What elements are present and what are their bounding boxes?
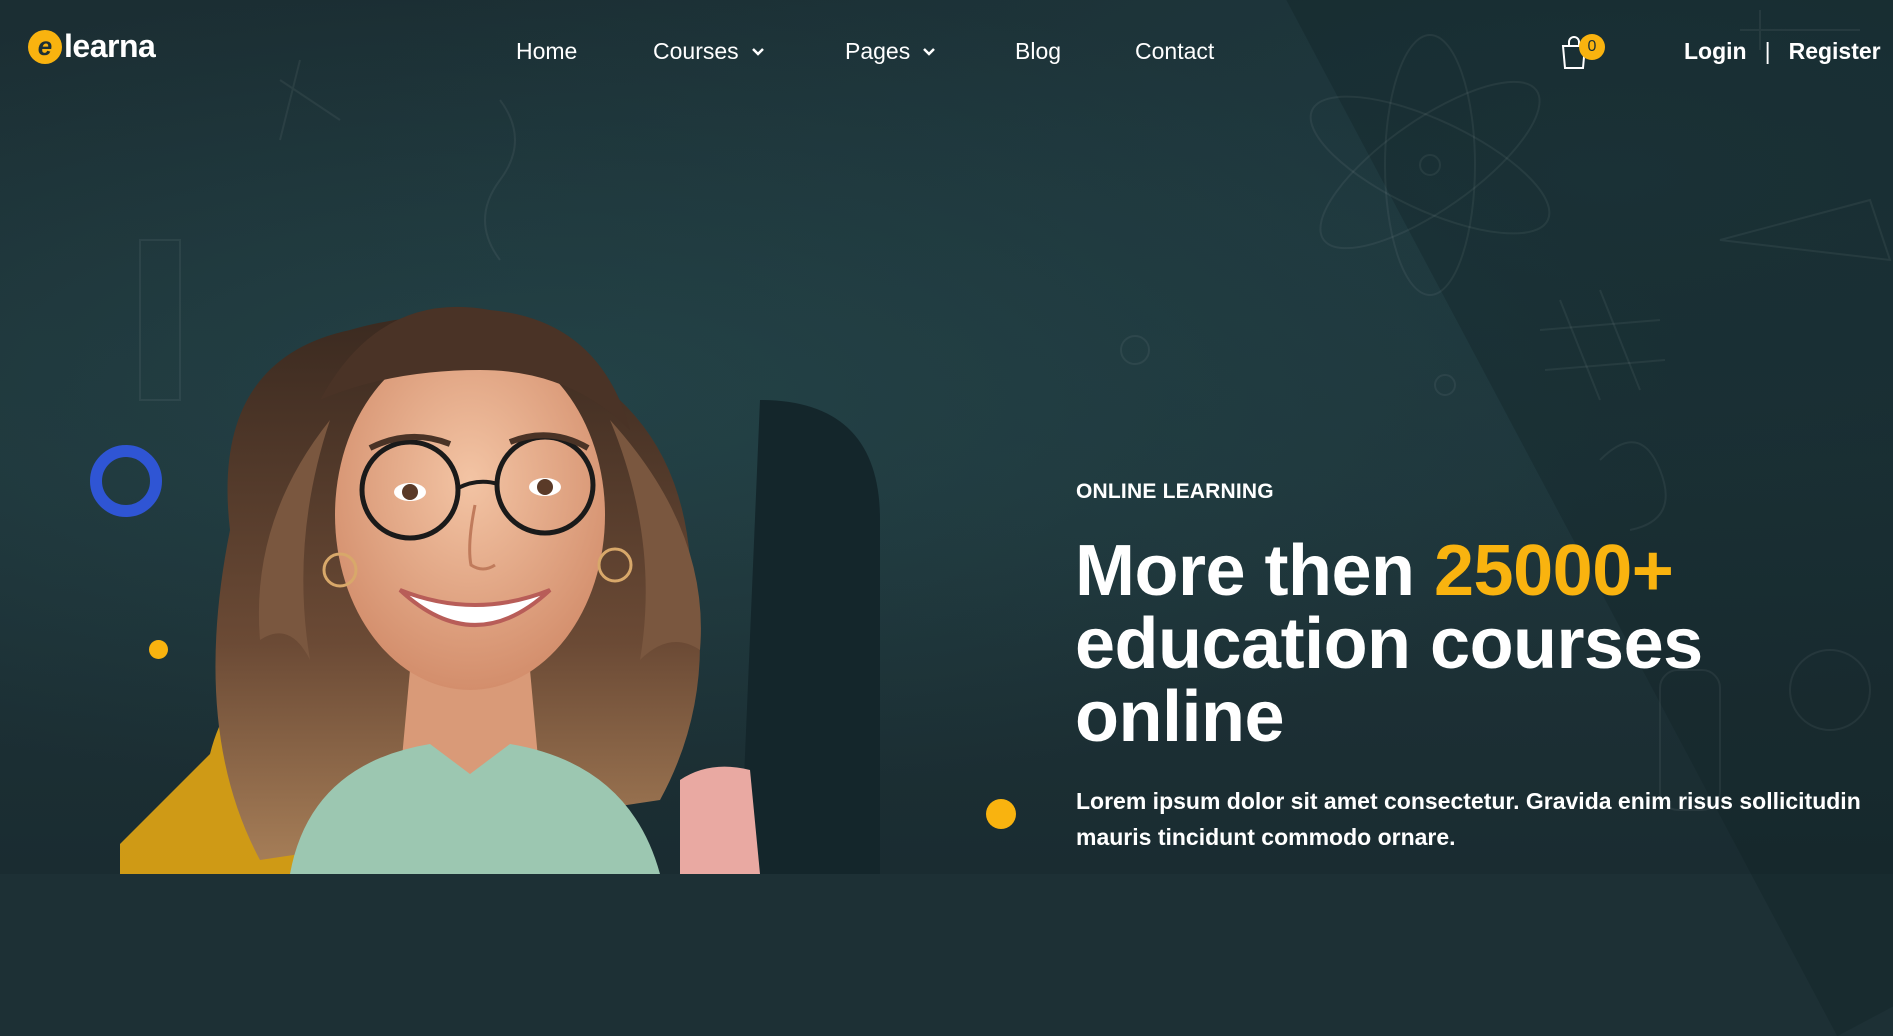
cart-count-badge: 0 [1579, 34, 1605, 60]
nav-item-label: Contact [1135, 38, 1215, 64]
headline-text-end: education courses online [1075, 604, 1703, 757]
hero-eyebrow: ONLINE LEARNING [1076, 480, 1274, 503]
register-link[interactable]: Register [1789, 38, 1881, 65]
headline-highlight: 25000+ [1434, 531, 1674, 611]
headline-text-start: More then [1075, 531, 1435, 611]
nav-item-label: Home [516, 38, 578, 64]
auth-separator: | [1764, 38, 1771, 64]
auth-links: Login | Register [1684, 38, 1881, 65]
chevron-down-icon [923, 47, 936, 56]
nav-item-home[interactable]: Home [516, 38, 577, 65]
login-link[interactable]: Login [1684, 38, 1747, 65]
student-illustration [120, 306, 880, 874]
top-navigation: e learna Home Courses Pages Blog Contact… [0, 0, 1893, 104]
nav-item-courses[interactable]: Courses [653, 38, 765, 65]
decorative-ring [90, 445, 162, 517]
chevron-down-icon [751, 47, 764, 56]
nav-item-label: Blog [1015, 38, 1062, 64]
nav-item-contact[interactable]: Contact [1135, 38, 1214, 65]
nav-item-pages[interactable]: Pages [845, 38, 936, 65]
nav-item-label: Pages [845, 38, 911, 64]
logo-mark-icon: e [28, 29, 62, 64]
logo-text: learna [64, 28, 156, 64]
site-logo[interactable]: e learna [28, 28, 156, 65]
decorative-dot [986, 799, 1016, 829]
hero-headline: More then 25000+ education courses onlin… [1075, 535, 1855, 754]
hero-description: Lorem ipsum dolor sit amet consectetur. … [1076, 788, 1861, 850]
nav-item-label: Courses [653, 38, 739, 64]
decorative-dot-small [149, 640, 168, 659]
logo-initial: e [37, 31, 53, 61]
nav-item-blog[interactable]: Blog [1015, 38, 1061, 65]
